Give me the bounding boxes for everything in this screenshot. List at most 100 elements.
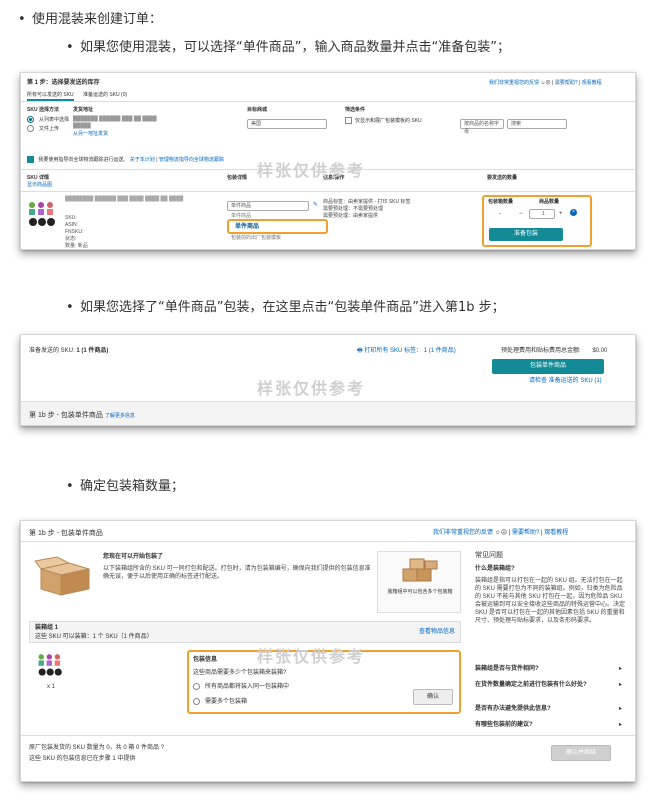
radio-icon[interactable] (193, 683, 200, 690)
faq-title: 常见问题 (475, 552, 503, 559)
screenshot-step1b-entry: 准备发送的 SKU: 1 (1 件商品) 🖶 打印所有 SKU 标签： 1 (1… (20, 334, 636, 426)
bullet-3: • 如果您选择了“单件商品”包装，在这里点击“包装单件商品”进入第1b 步； (66, 300, 505, 315)
step1b-title: 第 1b 步 - 包装单件商品 了解更多信息 (29, 412, 135, 419)
bullet-1: • 使用混装来创建订单： (18, 12, 163, 27)
ship-from-link[interactable]: 从另一地址发货 (73, 131, 108, 138)
plus-icon[interactable]: + (559, 210, 563, 218)
tab-all-sku[interactable]: 所有可以发送的 SKU (27, 92, 74, 101)
footer-line-1: 原厂包装发货的 SKU 数量为 0，共 0 箱 0 件商品 ? (29, 745, 165, 751)
bullet-2: • 如果您使用混装，可以选择“单件商品”，输入商品数量并点击“准备包装”； (66, 40, 510, 55)
faq-q1[interactable]: 什么是装箱组? (475, 565, 515, 573)
faq-q2[interactable]: 装箱组是否与货件相同? (475, 665, 615, 673)
market-select[interactable]: 美国 (247, 119, 327, 129)
footer-line-2: 这些 SKU 的包装信息已在步骤 1 中提供 (29, 756, 136, 762)
open-box-icon (35, 556, 90, 596)
box-qty-value: - (499, 211, 501, 217)
pack-option-multiple[interactable]: 需要多个包装箱 (193, 698, 247, 706)
fee-row: 预处理费用和贴标费用总金额: $0.00 (501, 348, 608, 354)
sort-select[interactable]: 按商品的名称字母 (460, 119, 504, 135)
learn-more-link[interactable]: 了解更多信息 (105, 413, 135, 419)
dropdown-option-2[interactable]: 包装前的出厂包装模板 (231, 235, 281, 242)
ship-from-label: 发货地址 (73, 107, 94, 113)
filter-checkbox[interactable]: 仅显示和展厂包装模板的 SKU (345, 117, 422, 125)
intro-text: 以下装箱组所含的 SKU 可一同打包和配送。打包时，请为包装箱编号，确保向我们提… (103, 566, 371, 580)
ship-from-address: ███████ ██████ ███ ██ ████ █████ (73, 116, 157, 129)
product-title-blurred: ████████ ██████ ███ ████ ████ ██ ████ (65, 196, 184, 202)
pack-question: 这些商品需要多少个包装箱来装箱? (193, 670, 287, 676)
box-qty-label: 包装箱数量 (488, 199, 514, 205)
watermark: 样张仅供参考 (257, 381, 366, 398)
tutorial-link[interactable]: 观看教程 (544, 530, 568, 536)
sku-field-labels: SKU: ASIN: FNSKU: 状态: 数量: 新品 (65, 215, 88, 249)
minus-icon[interactable]: − (519, 210, 523, 218)
group-title: 装箱组 1 (35, 625, 59, 631)
col-info-header: 信息/操作 (323, 175, 345, 181)
help-link[interactable]: 需要帮助? (512, 530, 539, 536)
group-sub: 这些 SKU 可以装箱：1 个 SKU（1 件商品） (35, 634, 153, 640)
step1b-title: 第 1b 步 - 包装单件商品 (29, 530, 103, 537)
pack-option-single[interactable]: 所有商品都将装入同一包装箱中 (193, 683, 289, 691)
col-qty-header: 要发送的数量 (487, 175, 518, 181)
faq-q5[interactable]: 有哪些包装前的建议? (475, 721, 615, 729)
info-lines: 商品标签：由卖家提供 - 打印 SKU 标签 需要预处理：不需要预处理 需要预处… (323, 199, 411, 219)
col-sku-sub[interactable]: 显示商品图 (27, 182, 52, 189)
confirm-button[interactable]: 确认 (413, 689, 453, 705)
bullet-4: • 确定包装箱数量； (66, 479, 185, 494)
search-input[interactable]: 搜索 (507, 119, 567, 129)
group-caption: 装箱组中可以包含多个包装箱 (387, 589, 453, 595)
confirm-continue-button[interactable]: 确认并继续 (551, 745, 611, 761)
checkbox-icon[interactable] (345, 117, 352, 124)
ready-sku-text: 准备发送的 SKU: 1 (1 件商品) (29, 348, 109, 354)
step-title: 第 1 步：选择要发送的库存 (27, 80, 100, 86)
header-links: 我们非常重视您的反馈 ☺☹ | 需要帮助? | 观看教程 (433, 530, 569, 536)
feedback-link[interactable]: 我们非常重视您的反馈 (489, 80, 539, 86)
screenshot-step1: 第 1 步：选择要发送的库存 我们非常重视您的反馈 ☺☹ | 需要帮助? | 观… (20, 72, 636, 250)
feedback-link[interactable]: 我们非常重视您的反馈 (433, 530, 493, 536)
smiley-icon[interactable]: ☺☹ (495, 530, 507, 536)
view-items-link[interactable]: 查看物品信息 (419, 628, 455, 636)
print-labels[interactable]: 🖶 打印所有 SKU 标签： 1 (1 件商品) (357, 347, 456, 355)
tutorial-link[interactable]: 观看教程 (582, 80, 602, 86)
units-input[interactable]: 1 (529, 209, 555, 219)
radio-icon[interactable] (27, 125, 34, 132)
notice-link-manage[interactable]: 管理物流指导向全球物流跟踪 (159, 157, 224, 163)
help-link[interactable]: 需要帮助? (555, 80, 578, 86)
pack-single-items-button[interactable]: 包装单件商品 (492, 359, 604, 374)
chevron-right-icon[interactable]: ▸ (619, 665, 622, 673)
col-sku-header: SKU 详情 (27, 175, 49, 181)
radio-icon[interactable] (27, 116, 34, 123)
chevron-right-icon[interactable]: ▸ (619, 705, 622, 713)
checkbox-checked-icon[interactable] (27, 156, 34, 163)
prepare-pack-button[interactable]: 准备包装 (489, 228, 563, 241)
sku-method-upload[interactable]: 文件上传 (27, 125, 59, 133)
edit-pencil-icon[interactable]: ✎ (313, 201, 318, 209)
tab-ready-sku[interactable]: 准备运送的 SKU (0) (83, 92, 127, 99)
remove-icon[interactable]: × (570, 209, 577, 216)
chevron-right-icon[interactable]: ▸ (619, 721, 622, 729)
item-qty: x 1 (47, 684, 56, 690)
faq-a1: 装箱组是指可以打包在一起的 SKU 组。无法打包在一起的 SKU 需要打包为不同… (475, 578, 626, 624)
screenshot-box-count: 第 1b 步 - 包装单件商品 我们非常重视您的反馈 ☺☹ | 需要帮助? | … (20, 520, 636, 782)
faq-q4[interactable]: 是否有办法避免提供此信息? (475, 705, 615, 713)
product-thumbnail-icon (38, 654, 62, 676)
smiley-icon[interactable]: ☺☹ (540, 80, 550, 86)
notice-row: 我要使用指导向全球物流跟踪进行运送。 关于本计划 | 管理物流指导向全球物流跟踪 (27, 156, 224, 164)
filter-label: 筛选条件 (345, 107, 366, 113)
pack-type-select[interactable]: 单件商品 (227, 201, 309, 211)
sku-method-label: SKU 选择方法 (27, 107, 59, 113)
pack-info-title: 包装信息 (193, 657, 218, 663)
chevron-right-icon[interactable]: ▸ (619, 681, 622, 689)
market-label: 目标商城 (247, 107, 268, 113)
stacked-boxes-icon (402, 558, 438, 582)
col-pack-header: 包装详情 (227, 175, 248, 181)
units-label: 商品数量 (539, 199, 560, 205)
printer-icon: 🖶 (357, 348, 363, 354)
radio-icon[interactable] (193, 698, 200, 705)
help-circle-icon[interactable]: ? (161, 745, 164, 751)
sku-method-list[interactable]: 从列表中选择 (27, 116, 69, 124)
notice-link-about[interactable]: 关于本计划 (130, 157, 155, 163)
intro-title: 您现在可以开始包装了 (103, 554, 164, 560)
view-ready-sku-link[interactable]: 请检查 准备运送的 SKU (1) (529, 377, 602, 385)
faq-q3[interactable]: 在货件数量确定之前进行包装有什么好处? (475, 681, 615, 689)
highlight-single-item (227, 219, 328, 234)
